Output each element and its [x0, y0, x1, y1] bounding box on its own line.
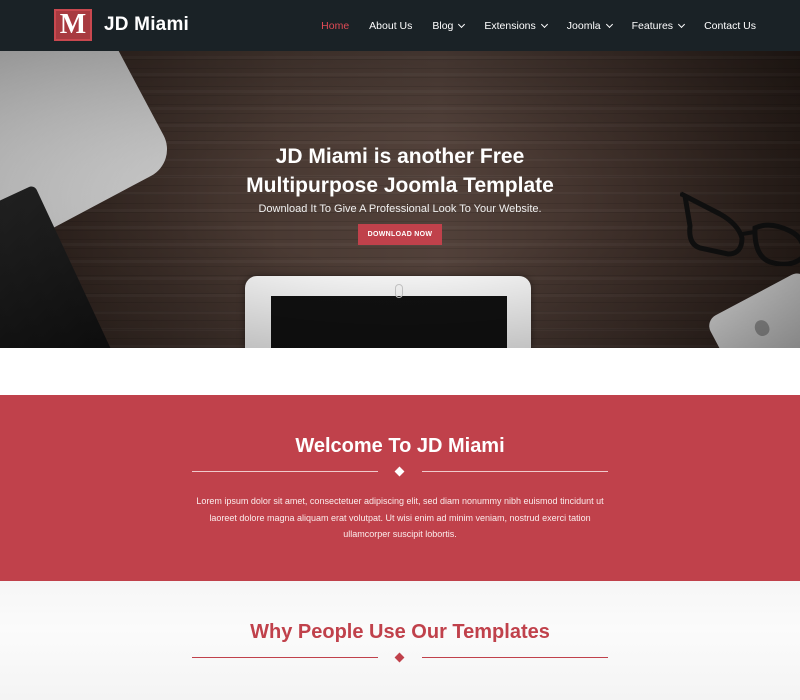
logo-mark: M — [54, 9, 92, 41]
welcome-divider — [192, 466, 608, 478]
nav-features[interactable]: Features — [631, 19, 686, 32]
nav-home[interactable]: Home — [321, 20, 349, 32]
site-name: JD Miami — [104, 14, 190, 35]
why-title: Why People Use Our Templates — [250, 621, 550, 643]
welcome-title: Welcome To JD Miami — [295, 435, 505, 457]
apple-logo-icon — [752, 317, 772, 339]
diamond-icon — [394, 466, 405, 477]
chevron-down-icon — [605, 20, 613, 28]
nav-home-label: Home — [321, 19, 350, 32]
nav-about[interactable]: About Us — [369, 20, 412, 32]
divider-line-left — [192, 471, 378, 472]
download-now-button[interactable]: DOWNLOAD NOW — [357, 224, 443, 245]
nav-joomla[interactable]: Joomla — [566, 19, 613, 32]
chevron-down-icon — [540, 20, 548, 28]
why-divider — [192, 652, 608, 664]
nav-about-label: About Us — [369, 19, 413, 32]
welcome-text: Lorem ipsum dolor sit amet, consectetuer… — [196, 496, 604, 539]
tablet-image — [245, 276, 531, 348]
hero-content: JD Miami is another Free Multipurpose Jo… — [0, 142, 800, 245]
divider-line-right — [422, 471, 608, 472]
nav-features-label: Features — [631, 19, 674, 32]
site-logo[interactable]: M JD Miami — [54, 9, 189, 41]
nav-blog[interactable]: Blog — [432, 19, 466, 32]
hero-banner: JD Miami is another Free Multipurpose Jo… — [0, 51, 800, 348]
main-nav: Home About Us Blog Extensions Joomla Fea… — [301, 0, 756, 51]
nav-joomla-label: Joomla — [566, 19, 601, 32]
nav-extensions-label: Extensions — [484, 19, 536, 32]
diamond-icon — [394, 652, 405, 663]
divider-line-left — [192, 657, 378, 658]
nav-contact-label: Contact Us — [704, 19, 756, 32]
site-header: M JD Miami Home About Us Blog Extensions… — [0, 0, 800, 51]
hero-title: JD Miami is another Free Multipurpose Jo… — [246, 145, 554, 197]
tablet-screen — [271, 296, 507, 348]
welcome-section: Welcome To JD Miami Lorem ipsum dolor si… — [0, 395, 800, 581]
divider-line-right — [422, 657, 608, 658]
tablet-camera — [395, 284, 403, 298]
chevron-down-icon — [678, 20, 686, 28]
hero-subtitle: Download It To Give A Professional Look … — [258, 203, 542, 215]
why-section: Why People Use Our Templates — [0, 581, 800, 700]
nav-extensions[interactable]: Extensions — [484, 19, 548, 32]
nav-blog-label: Blog — [432, 19, 454, 32]
nav-contact[interactable]: Contact Us — [704, 20, 756, 32]
chevron-down-icon — [458, 20, 466, 28]
phone-image — [705, 269, 800, 348]
